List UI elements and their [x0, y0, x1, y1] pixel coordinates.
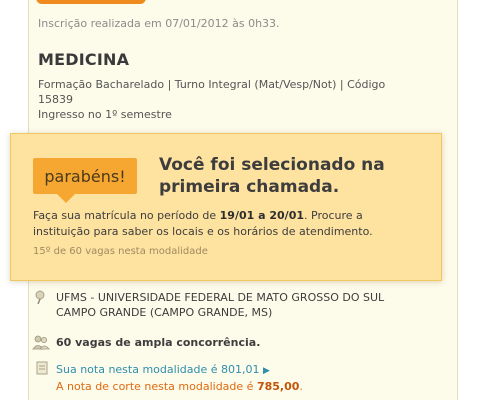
course-code: 15839	[38, 93, 73, 106]
course-title: MEDICINA	[38, 50, 130, 69]
campus-name: CAMPO GRANDE (CAMPO GRANDE, MS)	[56, 306, 273, 319]
enrollment-dates: 19/01 a 20/01	[219, 209, 305, 222]
instructions-text: Faça sua matrícula no período de	[33, 209, 220, 222]
enrollment-instructions: Faça sua matrícula no período de 19/01 a…	[33, 208, 433, 240]
inscription-date: Inscrição realizada em 07/01/2012 às 0h3…	[38, 17, 280, 30]
vacancies-count: 60 vagas de ampla concorrência.	[56, 336, 261, 349]
card-top-tab	[36, 0, 146, 4]
badge-tail	[57, 194, 75, 203]
cutoff-value: 785,00	[256, 380, 300, 393]
university-info: UFMS - UNIVERSIDADE FEDERAL DE MATO GROS…	[56, 290, 426, 320]
congrats-badge: parabéns!	[33, 158, 137, 194]
congratulations-popup: parabéns! Você foi selecionado na primei…	[10, 133, 442, 281]
document-icon	[36, 361, 48, 375]
headline-line-1: Você foi selecionado na	[159, 155, 385, 175]
selection-headline: Você foi selecionado na primeira chamada…	[159, 154, 419, 198]
arrow-right-icon: ▶	[262, 366, 270, 376]
score-info: Sua nota nesta modalidade é 801,01 ▶ A n…	[56, 362, 303, 394]
cutoff-period: .	[299, 380, 303, 393]
your-score-link[interactable]: Sua nota nesta modalidade é 801,01 ▶	[56, 362, 303, 379]
university-name: UFMS - UNIVERSIDADE FEDERAL DE MATO GROS…	[56, 291, 385, 304]
course-ingresso: Ingresso no 1º semestre	[38, 108, 172, 121]
congrats-badge-label: parabéns!	[44, 166, 126, 186]
cutoff-score: A nota de corte nesta modalidade é 785,0…	[56, 379, 303, 394]
course-info-line: Formação Bacharelado | Turno Integral (M…	[38, 78, 386, 91]
instructions-line-1: Faça sua matrícula no período de 19/01 a…	[33, 208, 433, 224]
instructions-line-2: instituição para saber os locais e os ho…	[33, 225, 373, 238]
instructions-text-end: . Procure a	[304, 209, 363, 222]
cutoff-text: A nota de corte nesta modalidade é	[56, 380, 257, 393]
your-score-text: Sua nota nesta modalidade é 801,01	[56, 363, 260, 376]
headline-line-2: primeira chamada.	[159, 177, 340, 197]
people-icon	[32, 335, 50, 350]
ranking-note: 15º de 60 vagas nesta modalidade	[33, 246, 208, 257]
pin-icon	[35, 290, 45, 304]
course-details: Formação Bacharelado | Turno Integral (M…	[38, 77, 408, 122]
